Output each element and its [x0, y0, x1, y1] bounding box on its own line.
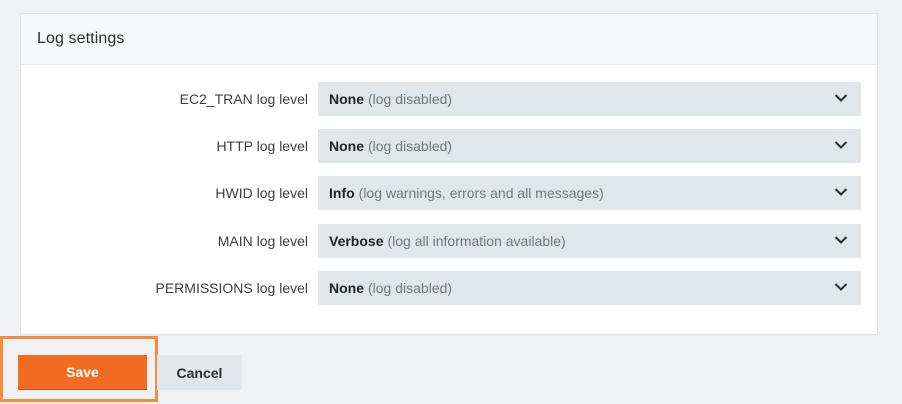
select-description: (log all information available) [387, 232, 566, 249]
main-log-level-select[interactable]: Verbose (log all information available) [318, 223, 861, 258]
log-level-row-main: MAIN log level Verbose (log all informat… [21, 223, 877, 271]
chevron-down-icon [834, 188, 848, 197]
select-value: Info [329, 185, 355, 202]
log-level-row-permissions: PERMISSIONS log level None (log disabled… [21, 270, 877, 318]
log-level-row-hwid: HWID log level Info (log warnings, error… [21, 176, 877, 223]
http-log-level-select[interactable]: None (log disabled) [318, 129, 861, 164]
hwid-log-level-select[interactable]: Info (log warnings, errors and all messa… [318, 176, 861, 211]
panel-header: Log settings [21, 14, 877, 65]
chevron-down-icon [834, 94, 848, 102]
log-level-label: HWID log level [215, 185, 308, 202]
log-level-rows: EC2_TRAN log level None (log disabled) H… [21, 82, 877, 318]
select-description: (log warnings, errors and all messages) [358, 185, 604, 202]
log-settings-panel: Log settings EC2_TRAN log level None (lo… [20, 13, 878, 335]
select-value: None [329, 279, 364, 296]
log-level-label: HTTP log level [216, 138, 308, 155]
panel-title: Log settings [37, 30, 125, 47]
select-description: (log disabled) [368, 91, 453, 107]
save-button[interactable]: Save [18, 355, 147, 389]
chevron-down-icon [834, 141, 848, 150]
select-description: (log disabled) [368, 138, 453, 155]
ec2-tran-log-level-select[interactable]: None (log disabled) [318, 82, 861, 116]
select-value: Verbose [329, 232, 384, 249]
log-level-row-http: HTTP log level None (log disabled) [21, 129, 877, 176]
select-value: None [329, 138, 364, 155]
permissions-log-level-select[interactable]: None (log disabled) [318, 270, 861, 305]
log-level-label: PERMISSIONS log level [155, 279, 309, 296]
log-level-label: MAIN log level [217, 232, 308, 249]
chevron-down-icon [834, 235, 848, 244]
select-description: (log disabled) [368, 279, 453, 296]
form-actions: Save Cancel [0, 335, 902, 404]
select-value: None [329, 91, 364, 107]
cancel-button[interactable]: Cancel [157, 355, 242, 390]
log-level-label: EC2_TRAN log level [179, 91, 308, 107]
log-level-row-ec2-tran: EC2_TRAN log level None (log disabled) [21, 82, 877, 129]
chevron-down-icon [834, 283, 848, 291]
